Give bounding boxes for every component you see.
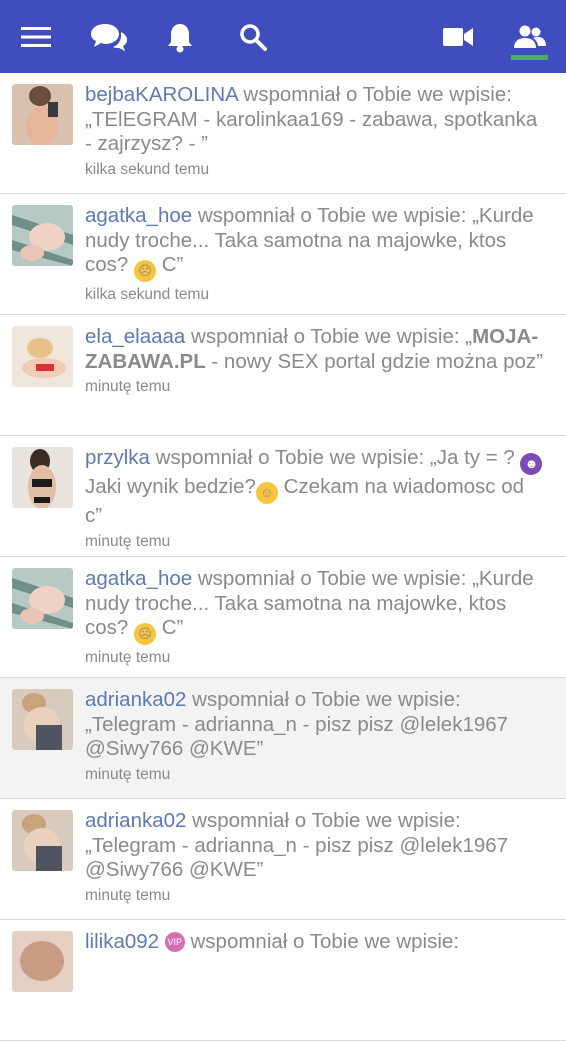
notification-item[interactable]: agatka_hoe wspomniał o Tobie we wpisie: … — [0, 194, 566, 315]
menu-icon[interactable] — [20, 0, 52, 73]
avatar[interactable] — [12, 810, 73, 871]
notification-item[interactable]: przylka wspomniał o Tobie we wpisie: „Ja… — [0, 436, 566, 557]
mention-connector: wspomniał o Tobie we wpisie: — [192, 809, 461, 832]
notification-item[interactable]: agatka_hoe wspomniał o Tobie we wpisie: … — [0, 557, 566, 678]
notification-item[interactable]: ela_elaaaa wspomniał o Tobie we wpisie: … — [0, 315, 566, 436]
post-excerpt: „Ja ty = ? — [429, 446, 515, 469]
video-icon[interactable] — [442, 0, 474, 73]
username-link[interactable]: agatka_hoe — [85, 567, 192, 590]
post-excerpt: „TElEGRAM - karolinkaa169 - zabawa, spot… — [85, 107, 538, 156]
mention-connector: wspomniał o Tobie we wpisie: — [155, 446, 425, 469]
search-icon[interactable] — [238, 0, 268, 73]
notification-item[interactable]: adrianka02 wspomniał o Tobie we wpisie: … — [0, 678, 566, 799]
timestamp: minutę temu — [85, 378, 171, 395]
active-tab-indicator — [511, 55, 548, 60]
sad-face-icon: ☹ — [134, 623, 157, 645]
post-excerpt: „Telegram - adrianna_n - pisz pisz @lele… — [85, 833, 509, 882]
chat-icon[interactable] — [88, 0, 130, 73]
timestamp: kilka sekund temu — [85, 160, 210, 178]
yum-face-icon: ☺ — [255, 482, 278, 504]
username-link[interactable]: adrianka02 — [85, 809, 186, 832]
mention-connector: wspomniał o Tobie we wpisie: — [197, 204, 467, 227]
avatar[interactable] — [12, 568, 73, 629]
mention-connector: wspomniał o Tobie we wpisie: — [190, 930, 460, 953]
username-link[interactable]: bejbaKAROLINA — [85, 83, 238, 106]
post-excerpt-end: C” — [161, 253, 184, 276]
top-nav-bar — [0, 0, 566, 73]
avatar[interactable] — [12, 931, 73, 992]
vip-badge: VIP — [164, 932, 185, 952]
timestamp: minutę temu — [85, 532, 171, 550]
timestamp: minutę temu — [85, 765, 171, 783]
bell-icon[interactable] — [165, 0, 195, 73]
username-link[interactable]: agatka_hoe — [85, 204, 192, 227]
post-excerpt: - nowy SEX portal gdzie można poz” — [205, 349, 543, 373]
username-link[interactable]: adrianka02 — [85, 688, 186, 711]
username-link[interactable]: przylka — [85, 446, 150, 469]
mention-connector: wspomniał o Tobie we wpisie: — [197, 567, 467, 590]
timestamp: minutę temu — [85, 649, 171, 666]
username-link[interactable]: lilika092 — [85, 930, 159, 953]
notification-list: bejbaKAROLINA wspomniał o Tobie we wpisi… — [0, 73, 566, 1041]
post-excerpt-middle: Jaki wynik bedzie? — [85, 475, 256, 498]
users-icon[interactable] — [512, 0, 548, 73]
notification-item[interactable]: lilika092 VIP wspomniał o Tobie we wpisi… — [0, 920, 566, 1041]
notification-item[interactable]: adrianka02 wspomniał o Tobie we wpisie: … — [0, 799, 566, 920]
timestamp: kilka sekund temu — [85, 286, 210, 303]
username-link[interactable]: ela_elaaaa — [85, 325, 185, 348]
mention-connector: wspomniał o Tobie we wpisie: — [191, 325, 460, 348]
avatar[interactable] — [12, 205, 73, 266]
mention-connector: wspomniał o Tobie we wpisie: — [192, 688, 461, 711]
notification-item[interactable]: bejbaKAROLINA wspomniał o Tobie we wpisi… — [0, 73, 566, 194]
avatar[interactable] — [12, 447, 73, 508]
post-excerpt-end: C” — [161, 616, 184, 639]
timestamp: minutę temu — [85, 886, 171, 904]
mention-connector: wspomniał o Tobie we wpisie: — [243, 83, 512, 106]
avatar[interactable] — [12, 326, 73, 387]
avatar[interactable] — [12, 84, 73, 145]
avatar[interactable] — [12, 689, 73, 750]
devil-face-icon: ☻ — [520, 453, 543, 475]
post-excerpt: „Telegram - adrianna_n - pisz pisz @lele… — [85, 712, 509, 761]
sad-face-icon: ☹ — [134, 260, 157, 282]
